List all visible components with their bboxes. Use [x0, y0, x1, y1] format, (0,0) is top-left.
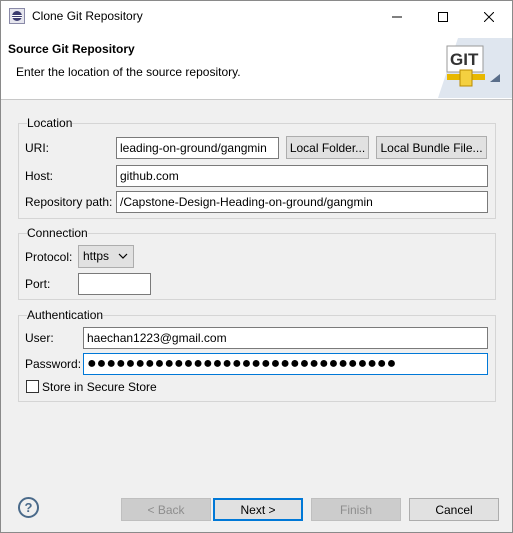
store-in-secure-store-checkbox[interactable]	[26, 380, 39, 393]
back-button[interactable]: < Back	[121, 498, 211, 521]
local-folder-button[interactable]: Local Folder...	[286, 136, 369, 159]
finish-button[interactable]: Finish	[311, 498, 401, 521]
protocol-label: Protocol:	[25, 250, 73, 264]
minimize-button[interactable]	[374, 1, 420, 32]
protocol-value: https	[83, 249, 110, 263]
repository-path-input[interactable]: /Capstone-Design-Heading-on-ground/gangm…	[116, 191, 488, 213]
store-in-secure-store-label: Store in Secure Store	[42, 380, 157, 394]
window-title: Clone Git Repository	[32, 9, 143, 23]
authentication-group-label: Authentication	[27, 308, 104, 322]
uri-label: URI:	[25, 141, 49, 155]
user-label: User:	[25, 331, 54, 345]
connection-group-label: Connection	[27, 226, 88, 240]
uri-input[interactable]: leading-on-ground/gangmin	[116, 137, 279, 159]
maximize-icon	[438, 11, 448, 22]
chevron-down-icon	[118, 253, 128, 259]
maximize-button[interactable]	[420, 1, 466, 32]
wizard-header: Source Git Repository Enter the location…	[1, 32, 512, 100]
close-button[interactable]	[466, 1, 512, 32]
port-input[interactable]	[78, 273, 151, 295]
git-banner-icon: GIT	[438, 38, 512, 98]
page-description: Enter the location of the source reposit…	[16, 65, 241, 79]
svg-text:GIT: GIT	[450, 50, 479, 69]
host-label: Host:	[25, 169, 54, 183]
port-label: Port:	[25, 277, 51, 291]
minimize-icon	[392, 16, 402, 17]
help-icon: ?	[24, 500, 33, 515]
user-input[interactable]: haechan1223@gmail.com	[83, 327, 488, 349]
close-icon	[484, 11, 494, 22]
local-bundle-file-button[interactable]: Local Bundle File...	[376, 136, 487, 159]
next-button[interactable]: Next >	[213, 498, 303, 521]
clone-git-repository-dialog: Clone Git Repository Source Git Reposito…	[0, 0, 513, 533]
repository-path-label: Repository path:	[25, 195, 113, 209]
host-input[interactable]: github.com	[116, 165, 488, 187]
password-label: Password:	[25, 357, 82, 371]
help-button[interactable]: ?	[18, 497, 39, 518]
eclipse-app-icon	[9, 8, 25, 24]
location-group-label: Location	[27, 116, 73, 130]
title-bar: Clone Git Repository	[1, 1, 512, 32]
cancel-button[interactable]: Cancel	[409, 498, 499, 521]
password-input[interactable]: ●●●●●●●●●●●●●●●●●●●●●●●●●●●●●●●●	[83, 353, 488, 375]
page-title: Source Git Repository	[8, 42, 135, 56]
protocol-select[interactable]: https	[78, 245, 134, 268]
